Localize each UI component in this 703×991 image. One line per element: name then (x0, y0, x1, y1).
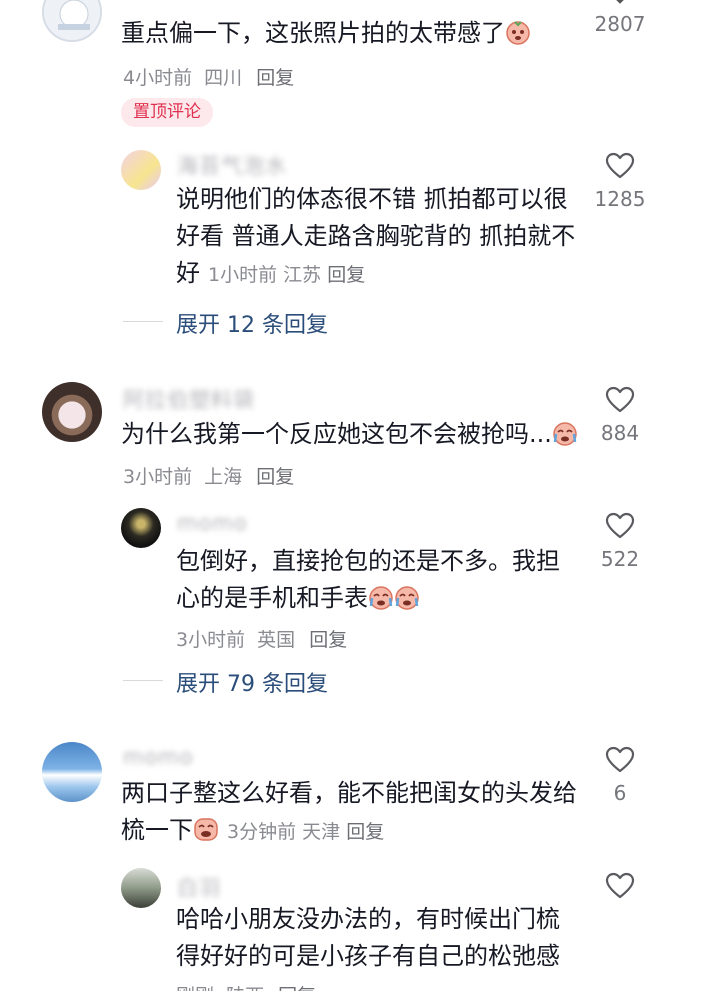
avatar[interactable] (42, 382, 102, 442)
comment-meta: 3分钟前 天津 回复 (227, 821, 384, 843)
avatar[interactable] (121, 868, 161, 908)
reply-time: 1小时前 (208, 264, 278, 286)
expand-replies-link[interactable]: 展开 79 条回复 (176, 666, 328, 698)
reply-button[interactable]: 回复 (346, 821, 384, 843)
heart-icon (605, 512, 635, 539)
like-button[interactable]: 2807 (585, 0, 655, 36)
comment-time: 3分钟前 (227, 821, 297, 843)
username[interactable]: 阿拉伯塑料袋 (123, 384, 255, 414)
comment-text: 两口子整这么好看，能不能把闺女的头发给梳一下 3分钟前 天津 回复 (121, 779, 577, 844)
comment-time: 4小时前 (123, 67, 193, 89)
like-button[interactable]: 884 (585, 386, 655, 445)
avatar[interactable] (121, 508, 161, 548)
comment-section: 重点偏一下，这张照片拍的太带感了 4小时前 四川 回复 置顶评论 2807 海苔… (0, 0, 703, 991)
reply-text: 哈哈小朋友没办法的，有时候出门梳得好好的可是小孩子有自己的松弛感 (176, 905, 560, 970)
comment-meta: 4小时前 四川 回复 (123, 63, 294, 90)
like-count: 6 (613, 781, 627, 805)
like-button[interactable]: 6 (585, 746, 655, 805)
emoji-crying-icon (552, 420, 578, 446)
chevron-down-icon (616, 0, 624, 4)
emoji-crying-icon (394, 584, 420, 610)
reply-time: 刚刚 (176, 985, 214, 991)
comment-time: 3小时前 (123, 466, 193, 488)
reply-text: 包倒好，直接抢包的还是不多。我担心的是手机和手表 (176, 547, 560, 612)
username[interactable]: momo (177, 511, 248, 535)
comment-text: 为什么我第一个反应她这包不会被抢吗... (121, 416, 591, 453)
like-count: 2807 (594, 12, 646, 36)
pinned-badge: 置顶评论 (121, 98, 213, 127)
reply-meta: 3小时前 英国 回复 (176, 625, 347, 652)
like-button[interactable]: 522 (585, 512, 655, 571)
like-button[interactable]: 1285 (585, 152, 655, 211)
comment-location: 四川 (204, 67, 243, 89)
reply-button[interactable]: 回复 (309, 629, 347, 651)
emoji-crying-icon (368, 584, 394, 610)
avatar[interactable] (121, 150, 161, 190)
reply-location: 江苏 (283, 264, 322, 286)
reply-button[interactable]: 回复 (256, 466, 294, 488)
reply-time: 3小时前 (176, 629, 246, 651)
like-count: 884 (600, 421, 640, 445)
like-button[interactable] (585, 872, 655, 899)
divider (123, 680, 163, 681)
comment-location: 天津 (302, 821, 341, 843)
divider (123, 321, 163, 322)
reply-button[interactable]: 回复 (278, 985, 316, 991)
like-count: 1285 (594, 187, 646, 211)
emoji-crying-icon (505, 19, 531, 45)
comment-location: 上海 (204, 466, 243, 488)
expand-replies-link[interactable]: 展开 12 条回复 (176, 307, 328, 339)
like-count: 522 (600, 547, 640, 571)
reply-button[interactable]: 回复 (327, 264, 365, 286)
heart-icon (605, 746, 635, 773)
heart-icon (605, 152, 635, 179)
emoji-crying-icon (193, 816, 219, 842)
comment-text: 重点偏一下，这张照片拍的太带感了 (121, 15, 581, 52)
username[interactable]: 海苔气泡水 (177, 150, 287, 180)
heart-icon (605, 386, 635, 413)
username[interactable]: 白羽 (177, 872, 221, 902)
reply-location: 陕西 (226, 985, 264, 991)
reply-button[interactable]: 回复 (256, 67, 294, 89)
reply-meta: 1小时前 江苏 回复 (208, 264, 365, 286)
reply-text: 说明他们的体态很不错 抓拍都可以很好看 普通人走路含胸驼背的 抓拍就不好 1小时前… (176, 185, 576, 287)
heart-icon (605, 872, 635, 899)
username[interactable]: momo (123, 745, 194, 769)
reply-meta: 刚刚 陕西 回复 (176, 981, 316, 991)
avatar[interactable] (42, 0, 102, 42)
avatar[interactable] (42, 742, 102, 802)
comment-meta: 3小时前 上海 回复 (123, 462, 294, 489)
reply-location: 英国 (257, 629, 296, 651)
